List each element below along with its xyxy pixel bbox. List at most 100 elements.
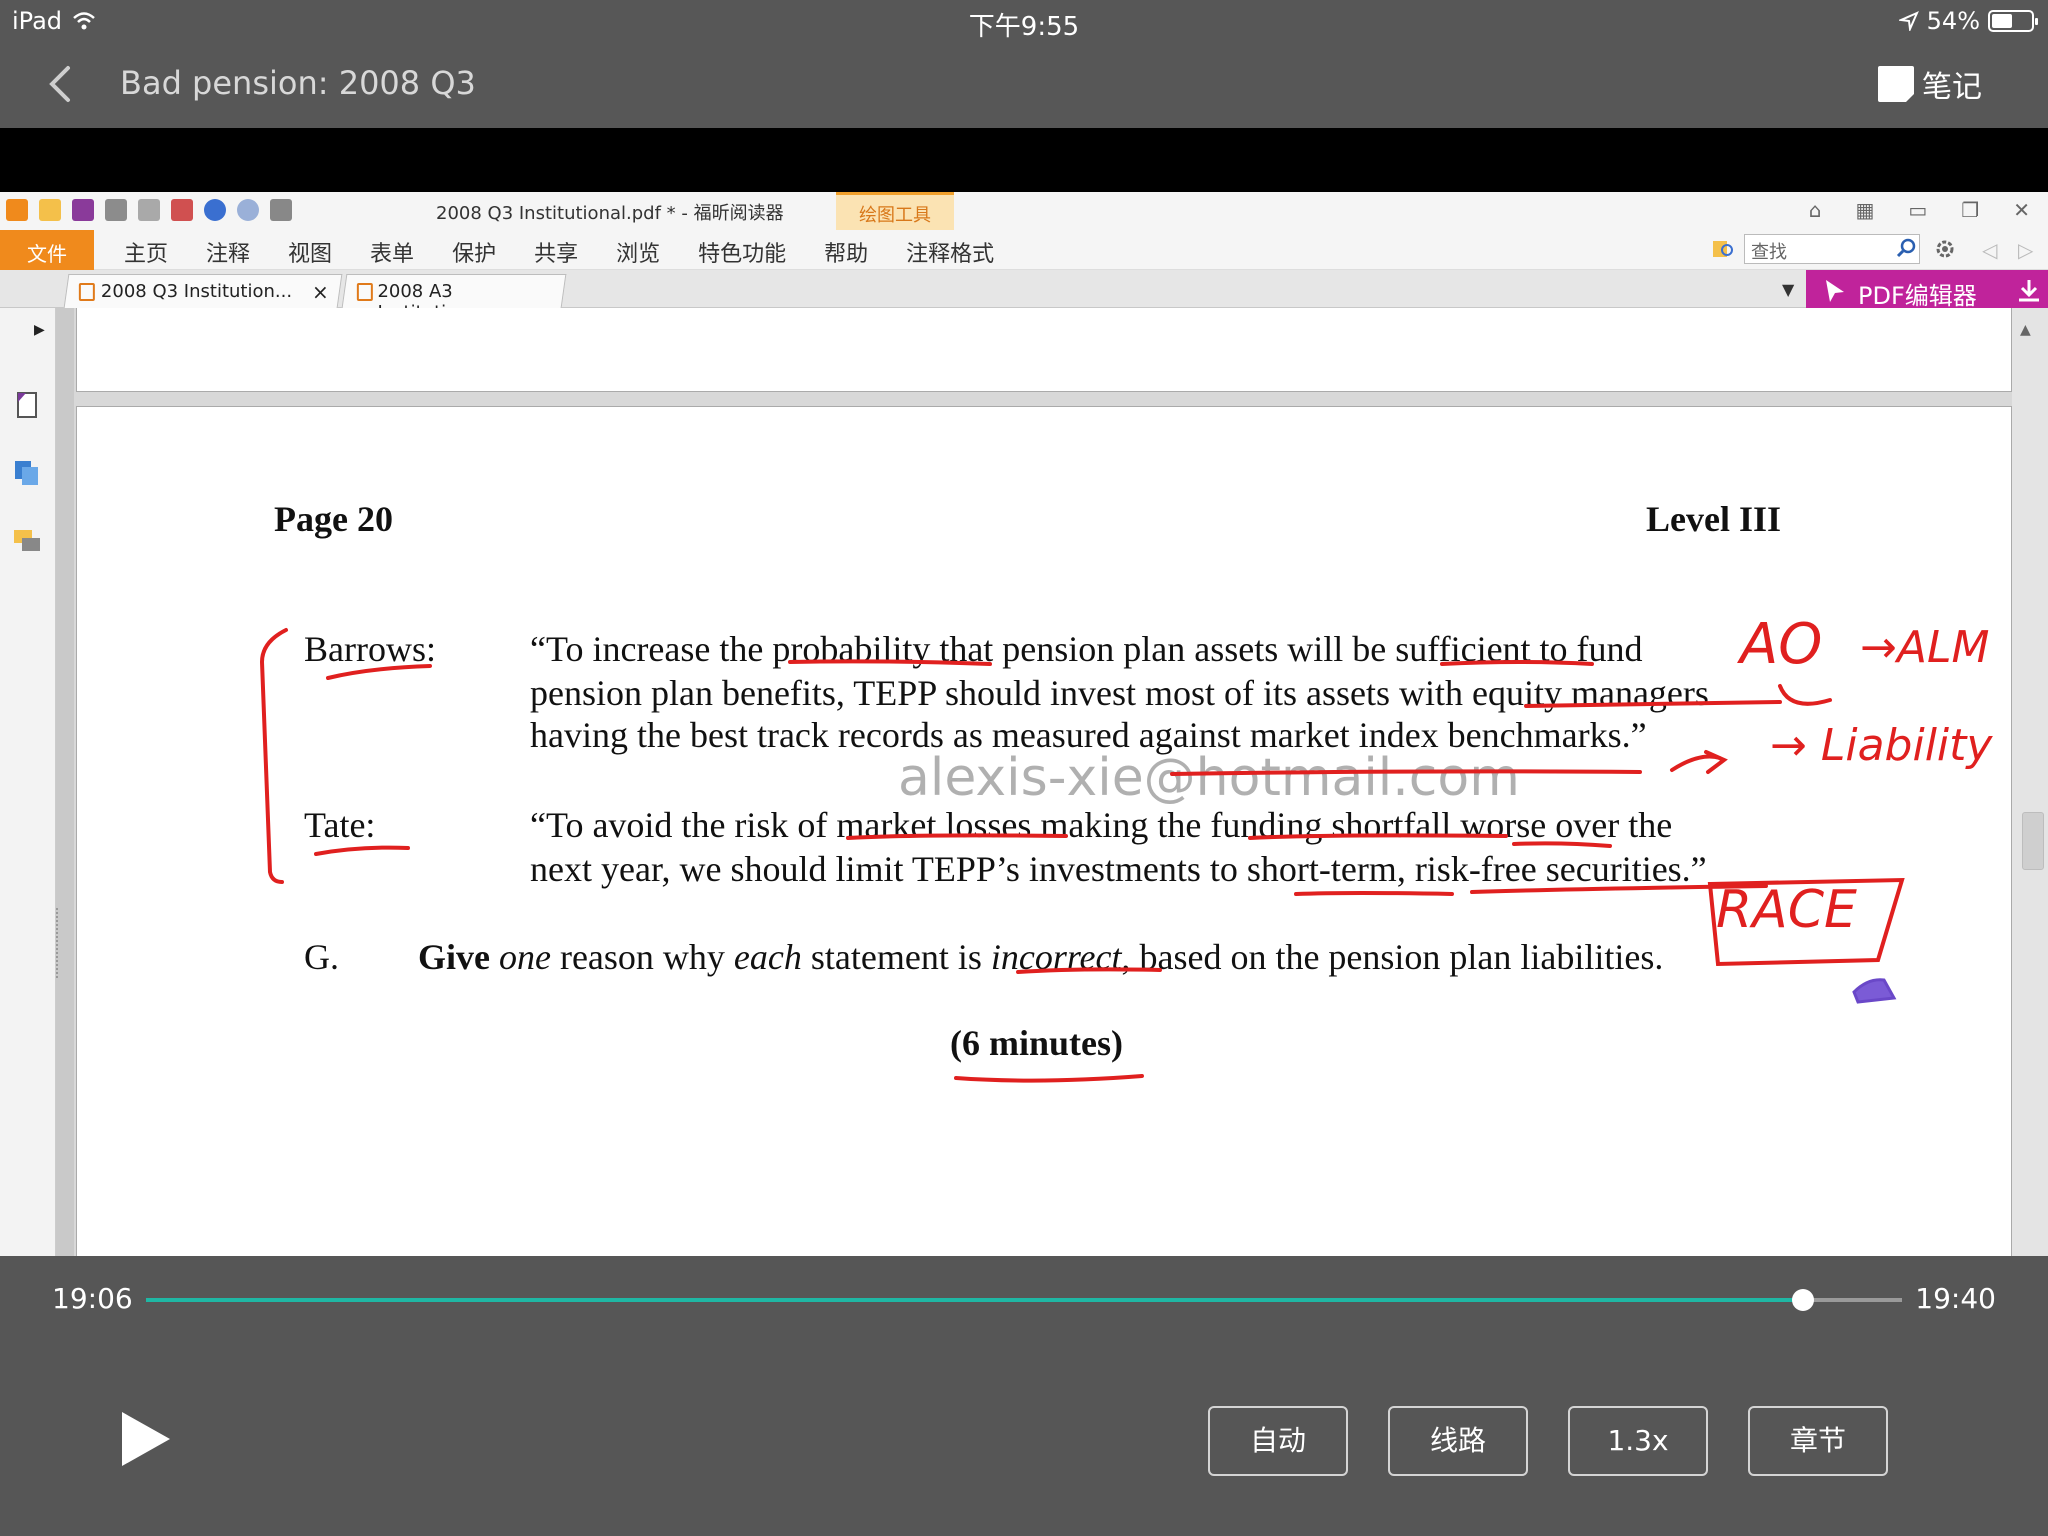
next-result-icon[interactable]: ▷ (2018, 238, 2033, 262)
q-incorrect: incorrect (990, 937, 1122, 977)
location-icon (1898, 11, 1919, 31)
status-bar: iPad 下午9:55 54% (0, 0, 2048, 42)
search-icon[interactable] (1896, 238, 1916, 258)
playback-speed-button[interactable]: 1.3x (1568, 1406, 1708, 1476)
play-icon[interactable] (118, 1408, 174, 1470)
menu-view[interactable]: 视图 (276, 230, 344, 270)
drawing-tools-context-tab[interactable]: 绘图工具 (836, 192, 954, 230)
speaker-barrows: Barrows: (304, 629, 436, 669)
annotation-alm: →ALM (1860, 622, 1990, 673)
notes-button[interactable]: 笔记 (1878, 62, 1982, 106)
navigation-side-panel: ▶ (0, 308, 56, 1256)
layout-icon[interactable]: ▦ (1855, 198, 1874, 222)
menu-features[interactable]: 特色功能 (686, 230, 798, 270)
document-tab-row: 2008 Q3 Institution... 2008 A3 Instituti… (0, 270, 2048, 323)
q-each: each (733, 937, 802, 977)
search-input[interactable]: 查找 (1744, 234, 1920, 264)
pdf-file-icon (78, 283, 95, 301)
new-doc-icon[interactable] (171, 199, 193, 221)
nav-bar: Bad pension: 2008 Q3 笔记 (0, 42, 2048, 128)
document-tab-active[interactable]: 2008 Q3 Institution... (63, 274, 343, 308)
menu-protect[interactable]: 保护 (440, 230, 508, 270)
find-icon[interactable] (1712, 238, 1736, 260)
status-time: 下午9:55 (968, 12, 1080, 42)
page-thumbnail-icon[interactable] (12, 390, 42, 420)
menu-form[interactable]: 表单 (358, 230, 426, 270)
question-text: Give one reason why each statement is in… (418, 936, 1663, 978)
open-folder-icon[interactable] (39, 199, 61, 221)
q-one: one (498, 937, 551, 977)
document-tab[interactable]: 2008 A3 Institutio... (341, 274, 567, 323)
file-menu[interactable]: 文件 (0, 230, 94, 270)
vertical-scrollbar[interactable] (2012, 308, 2048, 1256)
restore-icon[interactable]: ❐ (1961, 198, 1979, 222)
reader-window-title: 2008 Q3 Institutional.pdf * - 福昕阅读器 (436, 203, 784, 224)
quick-access-toolbar (6, 199, 292, 221)
progress-thumb[interactable] (1791, 1289, 1814, 1311)
page-number: Page 20 (274, 499, 393, 539)
cursor-icon (1826, 280, 1844, 302)
tate-quote-line: next year, we should limit TEPP’s invest… (530, 849, 1707, 889)
lesson-title: Bad pension: 2008 Q3 (120, 64, 476, 102)
question-letter: G. (304, 937, 339, 977)
barrows-quote-line: “To increase the probability that pensio… (530, 629, 1643, 669)
gear-icon[interactable] (1934, 238, 1956, 260)
menu-comment[interactable]: 注释 (194, 230, 262, 270)
video-frame[interactable]: 2008 Q3 Institutional.pdf * - 福昕阅读器 绘图工具… (0, 192, 2048, 1256)
pdf-editor-label: PDF编辑器 (1858, 282, 1977, 310)
scan-icon[interactable] (138, 199, 160, 221)
tab-list-dropdown-icon[interactable]: ▼ (1782, 280, 1794, 299)
battery-percent: 54% (1926, 7, 1980, 35)
battery-icon (1988, 10, 2038, 32)
menu-share[interactable]: 共享 (522, 230, 590, 270)
speaker-tate: Tate: (304, 805, 376, 845)
menu-home[interactable]: 主页 (112, 230, 180, 270)
annotation-race: RACE (1716, 880, 1857, 940)
barrows-quote-line: pension plan benefits, TEPP should inves… (530, 673, 1709, 713)
current-time: 19:06 (52, 1282, 133, 1315)
layers-icon[interactable] (12, 458, 42, 488)
comments-icon[interactable] (12, 526, 42, 556)
chapter-button[interactable]: 章节 (1748, 1406, 1888, 1476)
ribbon-menubar: 文件 主页 注释 视图 表单 保护 共享 浏览 特色功能 帮助 注释格式 查找 … (0, 230, 2048, 270)
menu-browse[interactable]: 浏览 (604, 230, 672, 270)
save-icon[interactable] (72, 199, 94, 221)
side-panel-splitter[interactable] (56, 308, 74, 1256)
exam-level: Level III (1646, 499, 1781, 539)
scrollbar-thumb[interactable] (2022, 812, 2044, 870)
time-allotment: (6 minutes) (950, 1023, 1123, 1063)
hand-tool-icon[interactable] (270, 199, 292, 221)
total-time: 19:40 (1915, 1282, 1996, 1315)
pdf-editor-button[interactable]: PDF编辑器 (1806, 270, 2048, 310)
menu-comment-format[interactable]: 注释格式 (894, 230, 1006, 270)
scroll-up-icon[interactable]: ▲ (2020, 322, 2031, 338)
status-right: 54% (1898, 7, 2038, 35)
redo-icon[interactable] (237, 199, 259, 221)
undo-icon[interactable] (204, 199, 226, 221)
share-icon[interactable]: ⌂ (1809, 198, 1822, 222)
q-t3: , based on the pension plan liabilities. (1121, 937, 1664, 977)
video-letterbox (0, 128, 2048, 192)
menu-items: 主页 注释 视图 表单 保护 共享 浏览 特色功能 帮助 注释格式 (112, 230, 1020, 270)
close-window-icon[interactable]: ✕ (2013, 198, 2030, 222)
back-chevron-icon[interactable] (40, 64, 80, 104)
q-give: Give (418, 937, 490, 977)
notes-label: 笔记 (1922, 70, 1982, 105)
email-watermark: alexis-xie@hotmail.com (898, 748, 1520, 808)
minimize-icon[interactable]: ▭ (1908, 198, 1927, 222)
download-icon (2019, 280, 2039, 302)
tab-close-icon[interactable]: × (312, 280, 329, 304)
previous-result-icon[interactable]: ◁ (1982, 238, 1997, 262)
route-button[interactable]: 线路 (1388, 1406, 1528, 1476)
video-player-controls: 19:06 19:40 自动 线路 1.3x 章节 (0, 1256, 2048, 1536)
expand-panel-icon[interactable]: ▶ (34, 322, 45, 338)
menu-help[interactable]: 帮助 (812, 230, 880, 270)
app-logo-icon (6, 199, 28, 221)
quality-auto-button[interactable]: 自动 (1208, 1406, 1348, 1476)
window-controls: ⌂ ▦ ▭ ❐ ✕ (1809, 198, 2030, 222)
annotation-ao: AO (1740, 612, 1823, 677)
print-icon[interactable] (105, 199, 127, 221)
reader-titlebar: 2008 Q3 Institutional.pdf * - 福昕阅读器 绘图工具… (0, 192, 2048, 230)
tate-quote-line: “To avoid the risk of market losses maki… (530, 805, 1673, 845)
progress-fill (146, 1298, 1803, 1302)
